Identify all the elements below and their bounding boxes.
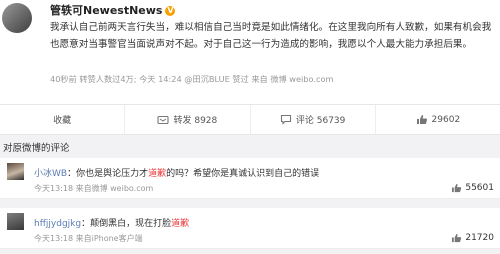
like-count: 29602: [431, 114, 461, 125]
verified-badge-icon: V: [165, 6, 176, 16]
comment-like-button[interactable]: 55601: [451, 183, 494, 193]
comment-like-count: 55601: [465, 183, 494, 193]
comment-highlight-link[interactable]: 道歉: [171, 219, 189, 229]
author-name-row: 管轶可NewestNews V: [50, 2, 176, 18]
comment-line: hffjjydgjkg：颠倒黑白，现在打脸道歉: [34, 216, 189, 229]
thumbs-up-icon: [416, 115, 427, 124]
comment-colon: ：: [81, 219, 91, 229]
comment-item: 小冰WB：你也是舆论压力才道歉的吗？希望你是真诚认识到自己的错误 今天13:18…: [0, 158, 500, 199]
comment-like-count: 21720: [465, 233, 494, 243]
like-button[interactable]: 29602: [376, 105, 500, 134]
post-text: 我承认自己前两天言行失当，难以相信自己当时竟是如此情绪化。在这里我向所有人致歉，…: [50, 22, 492, 50]
commenter-avatar[interactable]: [7, 213, 24, 230]
comment-time: 今天13:18 来自微博 weibo.com: [34, 184, 154, 193]
comment-highlight-link[interactable]: 道歉: [148, 169, 166, 179]
comment-text: 颠倒黑白，现在打脸: [90, 219, 172, 229]
comment-text-tail: 的吗？希望你是真诚认识到自己的错误: [166, 169, 320, 179]
comment-like-button[interactable]: 21720: [451, 233, 494, 243]
author-avatar[interactable]: [2, 3, 32, 33]
comments-section-title: 对原微博的评论: [3, 143, 70, 154]
favorite-label: 收藏: [53, 116, 72, 126]
post-action-bar: 收藏 转发 8928 评论 56739 29602: [0, 104, 500, 135]
comment-item: hffjjydgjkg：颠倒黑白，现在打脸道歉 今天13:18 来自iPhone…: [0, 208, 500, 249]
comment-text: 你也是舆论压力才: [76, 169, 149, 179]
commenter-name[interactable]: 小冰WB: [34, 169, 67, 179]
favorite-button[interactable]: 收藏: [0, 105, 126, 134]
post-meta: 40秒前 转赞人数过4万; 今天 14:24 @田沉BLUE 赞过 来自 微博 …: [50, 74, 334, 84]
comment-button[interactable]: 评论 56739: [251, 105, 376, 134]
comment-colon: ：: [67, 169, 77, 179]
author-name[interactable]: 管轶可NewestNews: [50, 4, 162, 17]
comment-time: 今天13:18 来自iPhone客户端: [34, 234, 143, 243]
commenter-avatar[interactable]: [7, 163, 24, 180]
comment-icon: [280, 114, 291, 125]
repost-button[interactable]: 转发 8928: [125, 105, 251, 134]
repost-label: 转发 8928: [173, 116, 218, 126]
comment-line: 小冰WB：你也是舆论压力才道歉的吗？希望你是真诚认识到自己的错误: [34, 166, 319, 179]
comment-label: 评论 56739: [295, 116, 346, 126]
commenter-name[interactable]: hffjjydgjkg: [34, 219, 81, 229]
repost-icon: [157, 115, 170, 124]
thumbs-up-icon: [452, 183, 462, 193]
weibo-post: 管轶可NewestNews V 我承认自己前两天言行失当，难以相信自己当时竟是如此…: [0, 0, 500, 104]
thumbs-up-icon: [452, 233, 462, 243]
